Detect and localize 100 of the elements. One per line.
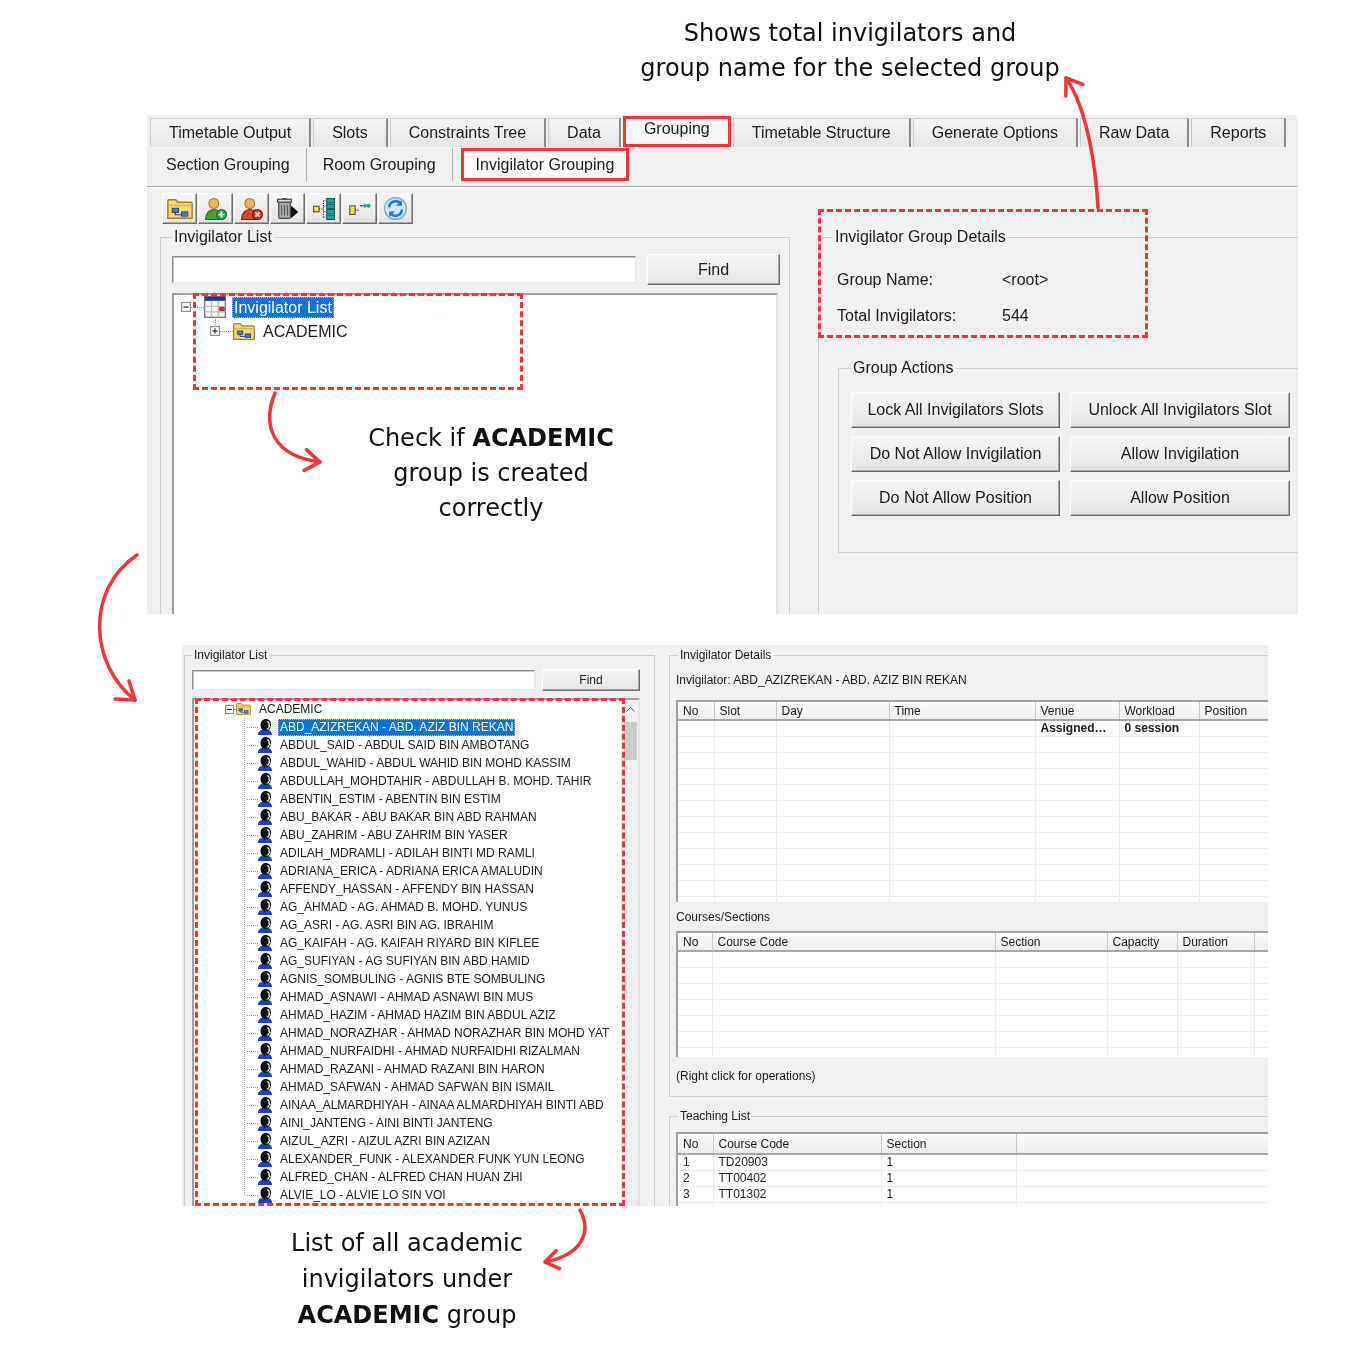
tab[interactable]: Timetable Output: [150, 118, 312, 147]
person-icon: [258, 1097, 272, 1113]
tab[interactable]: Slots: [313, 118, 388, 147]
table-cell: TT01302: [713, 1186, 881, 1203]
table-cell: Assigned…: [1035, 720, 1119, 737]
tree-item[interactable]: Invigilator List: [232, 296, 334, 318]
plus-box-icon[interactable]: [210, 326, 220, 336]
tree-item[interactable]: ADILAH_MDRAMLI - ADILAH BINTI MD RAMLI: [278, 844, 537, 862]
tab[interactable]: Reports: [1191, 118, 1287, 147]
tree-item[interactable]: ADRIANA_ERICA - ADRIANA ERICA AMALUDIN: [278, 862, 545, 880]
scrollbar-thumb[interactable]: [623, 722, 637, 760]
field-label: Total Invigilators:: [837, 306, 958, 326]
person-icon: [258, 881, 272, 897]
action-button[interactable]: Unlock All Invigilators Slot: [1070, 392, 1290, 428]
action-button[interactable]: Do Not Allow Invigilation: [851, 436, 1060, 472]
column-header[interactable]: Course Code: [712, 933, 995, 951]
subtab[interactable]: Invigilator Grouping: [460, 148, 630, 181]
action-button[interactable]: Allow Invigilation: [1070, 436, 1290, 472]
group-title: Teaching List: [679, 1110, 752, 1122]
tree-item[interactable]: ALFRED_CHAN - ALFRED CHAN HUAN ZHI: [278, 1168, 525, 1186]
tab[interactable]: Grouping: [622, 116, 731, 147]
subtab[interactable]: Room Grouping: [306, 148, 453, 181]
column-header[interactable]: Duration: [1177, 933, 1254, 951]
action-button[interactable]: Allow Position: [1070, 480, 1290, 516]
tree-item[interactable]: AHMAD_SAFWAN - AHMAD SAFWAN BIN ISMAIL: [278, 1078, 557, 1096]
column-header[interactable]: Workload: [1119, 702, 1199, 720]
column-header[interactable]: No: [678, 933, 712, 951]
column-header[interactable]: Section: [881, 1134, 1016, 1154]
tree-item[interactable]: AG_KAIFAH - AG. KAIFAH RIYARD BIN KIFLEE: [278, 934, 542, 952]
group-title: Invigilator List: [193, 649, 269, 661]
tree-item[interactable]: AHMAD_NURFAIDHI - AHMAD NURFAIDHI RIZALMAN: [278, 1042, 583, 1060]
person-icon: [258, 719, 272, 735]
tree-item[interactable]: AHMAD_ASNAWI - AHMAD ASNAWI BIN MUS: [278, 988, 536, 1006]
tree-item[interactable]: AHMAD_NORAZHAR - AHMAD NORAZHAR BIN MOHD YAT: [278, 1024, 612, 1042]
person-icon: [258, 953, 272, 969]
tree-item[interactable]: AG_ASRI - AG. ASRI BIN AG. IBRAHIM: [278, 916, 496, 934]
tree-item[interactable]: ABU_BAKAR - ABU BAKAR BIN ABD RAHMAN: [278, 808, 539, 826]
tree-item[interactable]: ABDUL_SAID - ABDUL SAID BIN AMBOTANG: [278, 736, 532, 754]
bin-arrow-icon: [276, 198, 299, 219]
section-title: Courses/Sections: [676, 910, 772, 924]
column-header[interactable]: Time: [889, 702, 1035, 720]
person-icon: [258, 917, 272, 933]
tab[interactable]: Raw Data: [1080, 118, 1190, 147]
tree-item[interactable]: AG_SUFIYAN - AG SUFIYAN BIN ABD HAMID: [278, 952, 532, 970]
tree-item[interactable]: AHMAD_RAZANI - AHMAD RAZANI BIN HARON: [278, 1060, 547, 1078]
toolbar-button[interactable]: [306, 193, 341, 224]
person-icon: [258, 863, 272, 879]
find-button[interactable]: Find: [647, 254, 780, 285]
minus-box-icon[interactable]: [225, 704, 234, 714]
column-header[interactable]: Course Code: [713, 1134, 881, 1154]
column-header[interactable]: No: [678, 1134, 713, 1154]
tree-item[interactable]: ABD_AZIZREKAN - ABD. AZIZ BIN REKAN: [278, 718, 516, 736]
field-value: <root>: [1002, 270, 1050, 290]
column-header[interactable]: Day: [776, 702, 889, 720]
tree-item[interactable]: ABDUL_WAHID - ABDUL WAHID BIN MOHD KASSIM: [278, 754, 573, 772]
tab[interactable]: Data: [548, 118, 621, 147]
table-cell: 1: [881, 1170, 1016, 1187]
find-button[interactable]: Find: [542, 669, 640, 691]
column-header[interactable]: Venue: [1035, 702, 1119, 720]
table-cell: 1: [678, 1154, 713, 1171]
toolbar-button[interactable]: [234, 193, 269, 224]
toolbar-button[interactable]: [270, 193, 305, 224]
tab[interactable]: Generate Options: [912, 118, 1079, 147]
person-icon: [258, 1151, 272, 1167]
person-icon: [258, 737, 272, 753]
action-button[interactable]: Do Not Allow Position: [851, 480, 1060, 516]
tree-item[interactable]: AIZUL_AZRI - AIZUL AZRI BIN AZIZAN: [278, 1132, 493, 1150]
tree-item[interactable]: AGNIS_SOMBULING - AGNIS BTE SOMBULING: [278, 970, 548, 988]
caret-up-icon: [625, 707, 635, 712]
column-header[interactable]: Slot: [714, 702, 776, 720]
scrollbar[interactable]: [621, 700, 638, 1206]
tree-item[interactable]: ALVIE_LO - ALVIE LO SIN VOI: [278, 1186, 448, 1204]
tree-item[interactable]: AINAA_ALMARDHIYAH - AINAA ALMARDHIYAH BINTI ABD: [278, 1096, 606, 1114]
tree-item[interactable]: ABDULLAH_MOHDTAHIR - ABDULLAH B. MOHD. TAHIR: [278, 772, 594, 790]
tree-item[interactable]: AFFENDY_HASSAN - AFFENDY BIN HASSAN: [278, 880, 536, 898]
subtab[interactable]: Section Grouping: [150, 148, 307, 181]
toolbar-button[interactable]: [198, 193, 233, 224]
tree-item[interactable]: ACADEMIC: [261, 320, 350, 342]
tree-item[interactable]: ACADEMIC: [257, 700, 325, 718]
column-header[interactable]: Section: [995, 933, 1107, 951]
folder-icon: [233, 322, 255, 340]
user-add-icon: [204, 197, 227, 220]
person-icon: [258, 971, 272, 987]
tree-item[interactable]: AINI_JANTENG - AINI BINTI JANTENG: [278, 1114, 495, 1132]
action-button[interactable]: Lock All Invigilators Slots: [851, 392, 1060, 428]
column-header[interactable]: Capacity: [1107, 933, 1177, 951]
tree-item[interactable]: AHMAD_HAZIM - AHMAD HAZIM BIN ABDUL AZIZ: [278, 1006, 558, 1024]
column-header[interactable]: No: [678, 702, 714, 720]
person-icon: [258, 1169, 272, 1185]
search-field[interactable]: [192, 670, 535, 690]
tab[interactable]: Timetable Structure: [732, 118, 911, 147]
tree-item[interactable]: ABU_ZAHRIM - ABU ZAHRIM BIN YASER: [278, 826, 510, 844]
tree-item[interactable]: AG_AHMAD - AG. AHMAD B. MOHD. YUNUS: [278, 898, 530, 916]
search-field[interactable]: [172, 256, 636, 283]
person-icon: [258, 1061, 272, 1077]
tree-item[interactable]: ALEXANDER_FUNK - ALEXANDER FUNK YUN LEONG: [278, 1150, 587, 1168]
tab[interactable]: Constraints Tree: [389, 118, 547, 147]
toolbar-button[interactable]: [162, 193, 197, 224]
tree-item[interactable]: ABENTIN_ESTIM - ABENTIN BIN ESTIM: [278, 790, 503, 808]
column-header[interactable]: Position: [1199, 702, 1268, 720]
